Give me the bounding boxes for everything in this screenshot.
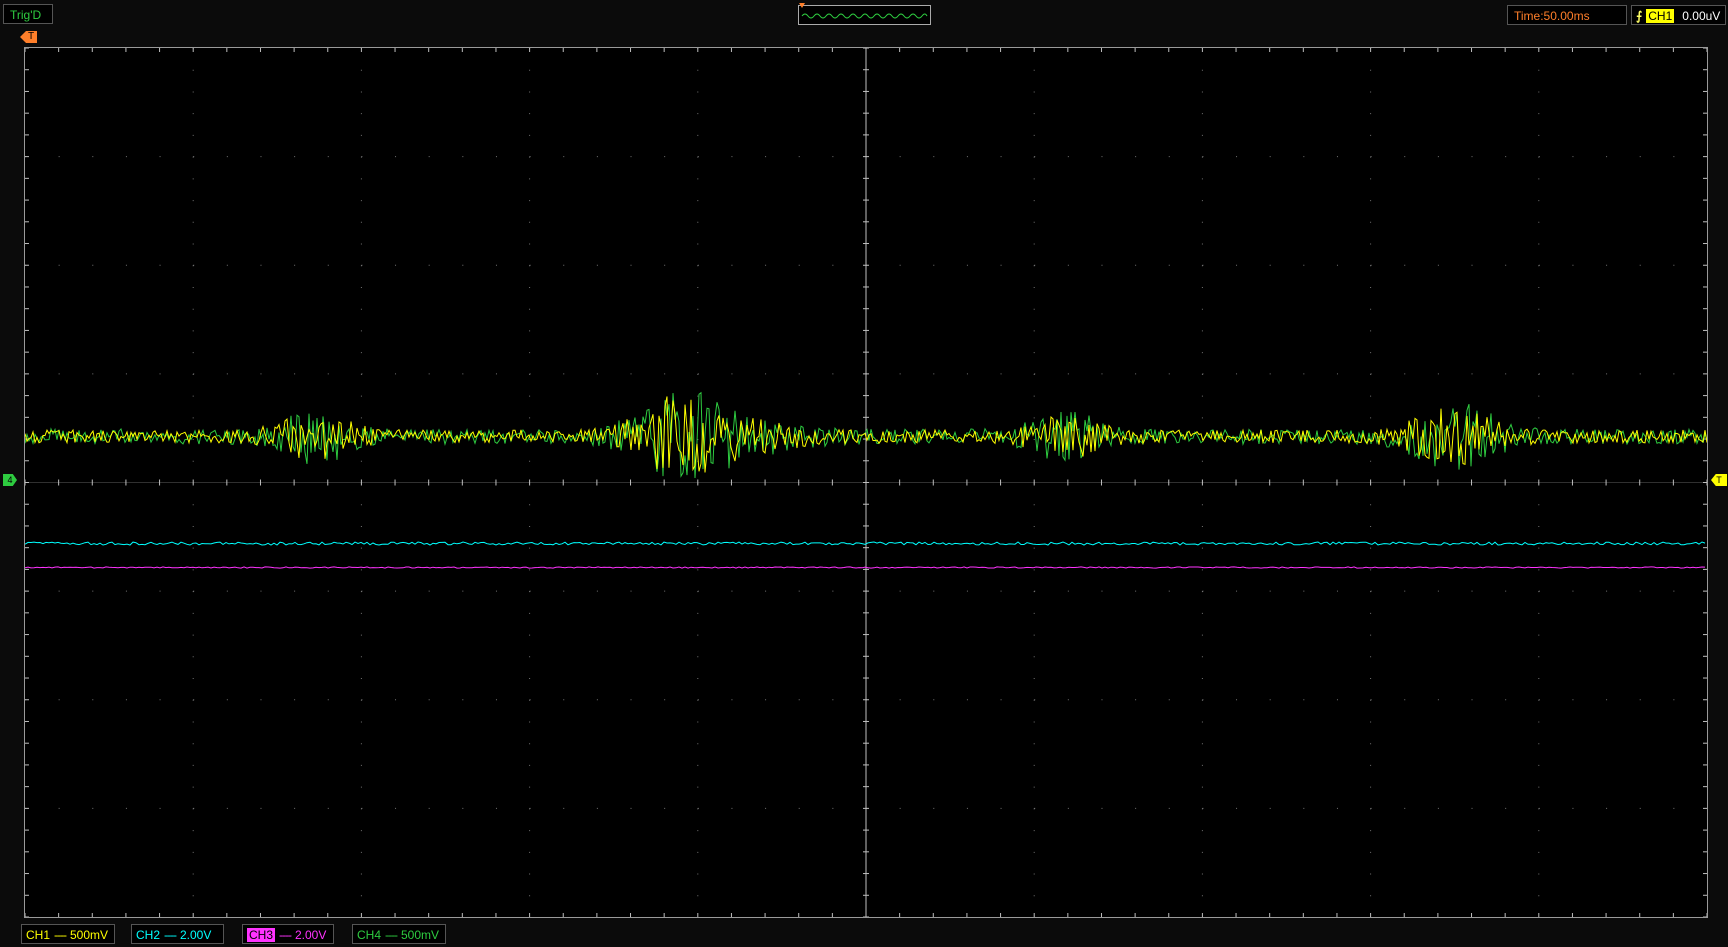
ch2-coupling-icon: ---- bbox=[164, 928, 177, 942]
ch1-coupling-icon: ---- bbox=[54, 928, 67, 942]
waveform-display[interactable] bbox=[24, 47, 1708, 918]
ch3-trace bbox=[25, 566, 1706, 569]
ch1-status[interactable]: CH1 ---- 500mV bbox=[21, 924, 115, 944]
ch2-label: CH2 bbox=[136, 928, 161, 942]
ch3-label: CH3 bbox=[247, 928, 276, 942]
trigger-level-marker[interactable]: T bbox=[1711, 474, 1727, 486]
trigger-level: 0.00uV bbox=[1682, 9, 1721, 23]
channel-strip: CH1 ---- 500mV CH2 ---- 2.00V CH3 ---- 2.00V C… bbox=[0, 920, 1728, 947]
ch4-status[interactable]: CH4 ---- 500mV bbox=[352, 924, 446, 944]
waveform-overview[interactable] bbox=[798, 3, 931, 25]
trigger-source: CH1 bbox=[1646, 9, 1675, 23]
trigger-settings[interactable]: ⨍ CH1 0.00uV bbox=[1631, 5, 1726, 25]
ch1-label: CH1 bbox=[26, 928, 51, 942]
ch2-trace bbox=[25, 541, 1706, 546]
trigger-status: Trig'D bbox=[3, 4, 53, 24]
ch4-scale: 500mV bbox=[401, 928, 440, 942]
ch4-coupling-icon: ---- bbox=[385, 928, 398, 942]
overview-trigger-marker bbox=[799, 3, 805, 8]
overview-waveform bbox=[801, 13, 928, 19]
trigger-position-marker[interactable]: T bbox=[20, 31, 38, 43]
ch2-scale: 2.00V bbox=[180, 928, 212, 942]
ch3-status[interactable]: CH3 ---- 2.00V bbox=[242, 924, 334, 944]
waveform-canvas bbox=[25, 48, 1707, 917]
ch2-status[interactable]: CH2 ---- 2.00V bbox=[131, 924, 224, 944]
ch4-label: CH4 bbox=[357, 928, 382, 942]
ch3-coupling-icon: ---- bbox=[279, 928, 292, 942]
timebase-display[interactable]: Time:50.00ms bbox=[1507, 5, 1627, 25]
ch3-scale: 2.00V bbox=[295, 928, 327, 942]
ch4-level-marker[interactable]: 4 bbox=[3, 474, 17, 486]
ch1-scale: 500mV bbox=[70, 928, 109, 942]
rising-edge-icon: ⨍ bbox=[1636, 9, 1643, 23]
oscilloscope-window: Trig'D Time:50.00ms ⨍ CH1 0.00uV T 4 T CH1… bbox=[0, 0, 1728, 947]
top-status-bar: Trig'D Time:50.00ms ⨍ CH1 0.00uV bbox=[0, 0, 1728, 30]
